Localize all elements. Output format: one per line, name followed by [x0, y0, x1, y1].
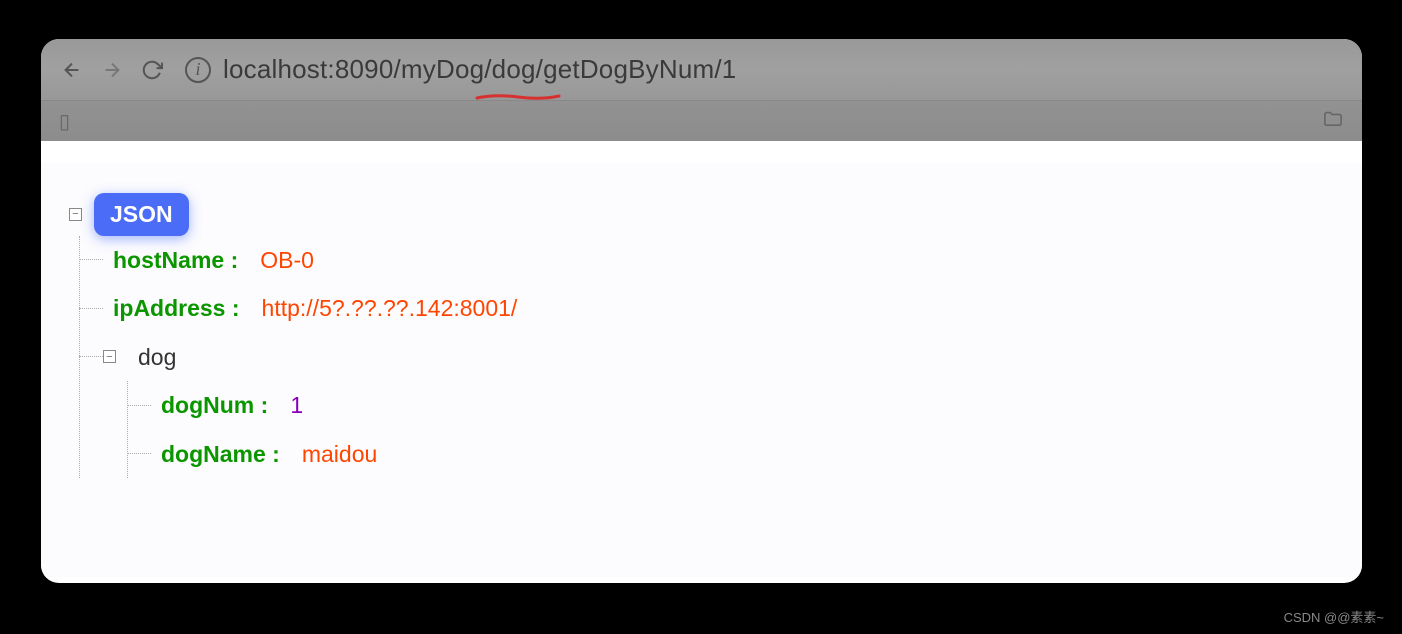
- property-row-hostname: hostName : OB-0: [80, 236, 1334, 285]
- property-row-dogname: dogName : maidou: [128, 430, 1334, 479]
- property-key: dog: [138, 340, 176, 375]
- property-value: 1: [290, 388, 303, 423]
- tab-strip: [67, 141, 1348, 163]
- property-row-ipaddress: ipAddress : http://5?.??.??.142:8001/: [80, 284, 1334, 333]
- property-row-dognum: dogNum : 1: [128, 381, 1334, 430]
- property-key: dogNum :: [161, 388, 268, 423]
- dog-children: dogNum : 1 dogName : maidou: [127, 381, 1334, 478]
- expand-toggle-icon[interactable]: −: [103, 350, 116, 363]
- url-text: localhost:8090/myDog/dog/getDogByNum/1: [223, 54, 736, 85]
- tree-connector-icon: [79, 356, 103, 357]
- json-badge: JSON: [94, 193, 189, 236]
- reload-button[interactable]: [141, 59, 163, 81]
- bookmarks-folder-icon[interactable]: [1322, 109, 1344, 133]
- property-value: maidou: [302, 437, 377, 472]
- address-bar[interactable]: i localhost:8090/myDog/dog/getDogByNum/1: [175, 50, 1342, 90]
- json-viewer-content: − JSON hostName : OB-0 ipAddress : http:…: [41, 163, 1362, 577]
- tree-connector-icon: [127, 405, 151, 406]
- root-children: hostName : OB-0 ipAddress : http://5?.??…: [79, 236, 1334, 479]
- forward-button[interactable]: [101, 59, 123, 81]
- browser-toolbar: i localhost:8090/myDog/dog/getDogByNum/1: [41, 39, 1362, 101]
- root-node-row: − JSON: [69, 193, 1334, 236]
- property-key: ipAddress :: [113, 291, 240, 326]
- bookmarks-bar: ▯: [41, 101, 1362, 141]
- property-value: OB-0: [260, 243, 314, 278]
- expand-toggle-icon[interactable]: −: [69, 208, 82, 221]
- property-row-dog: − dog: [80, 333, 1334, 382]
- bookmark-item-icon[interactable]: ▯: [59, 109, 70, 134]
- nav-buttons: [61, 59, 163, 81]
- site-info-icon[interactable]: i: [185, 57, 211, 83]
- property-value: http://5?.??.??.142:8001/: [262, 291, 518, 326]
- watermark-text: CSDN @@素素~: [1284, 607, 1384, 626]
- json-tree-root: − JSON hostName : OB-0 ipAddress : http:…: [69, 193, 1334, 478]
- property-key: dogName :: [161, 437, 280, 472]
- browser-window: i localhost:8090/myDog/dog/getDogByNum/1…: [41, 39, 1362, 583]
- back-button[interactable]: [61, 59, 83, 81]
- tree-connector-icon: [79, 259, 103, 260]
- tree-connector-icon: [127, 453, 151, 454]
- tree-connector-icon: [79, 308, 103, 309]
- property-key: hostName :: [113, 243, 238, 278]
